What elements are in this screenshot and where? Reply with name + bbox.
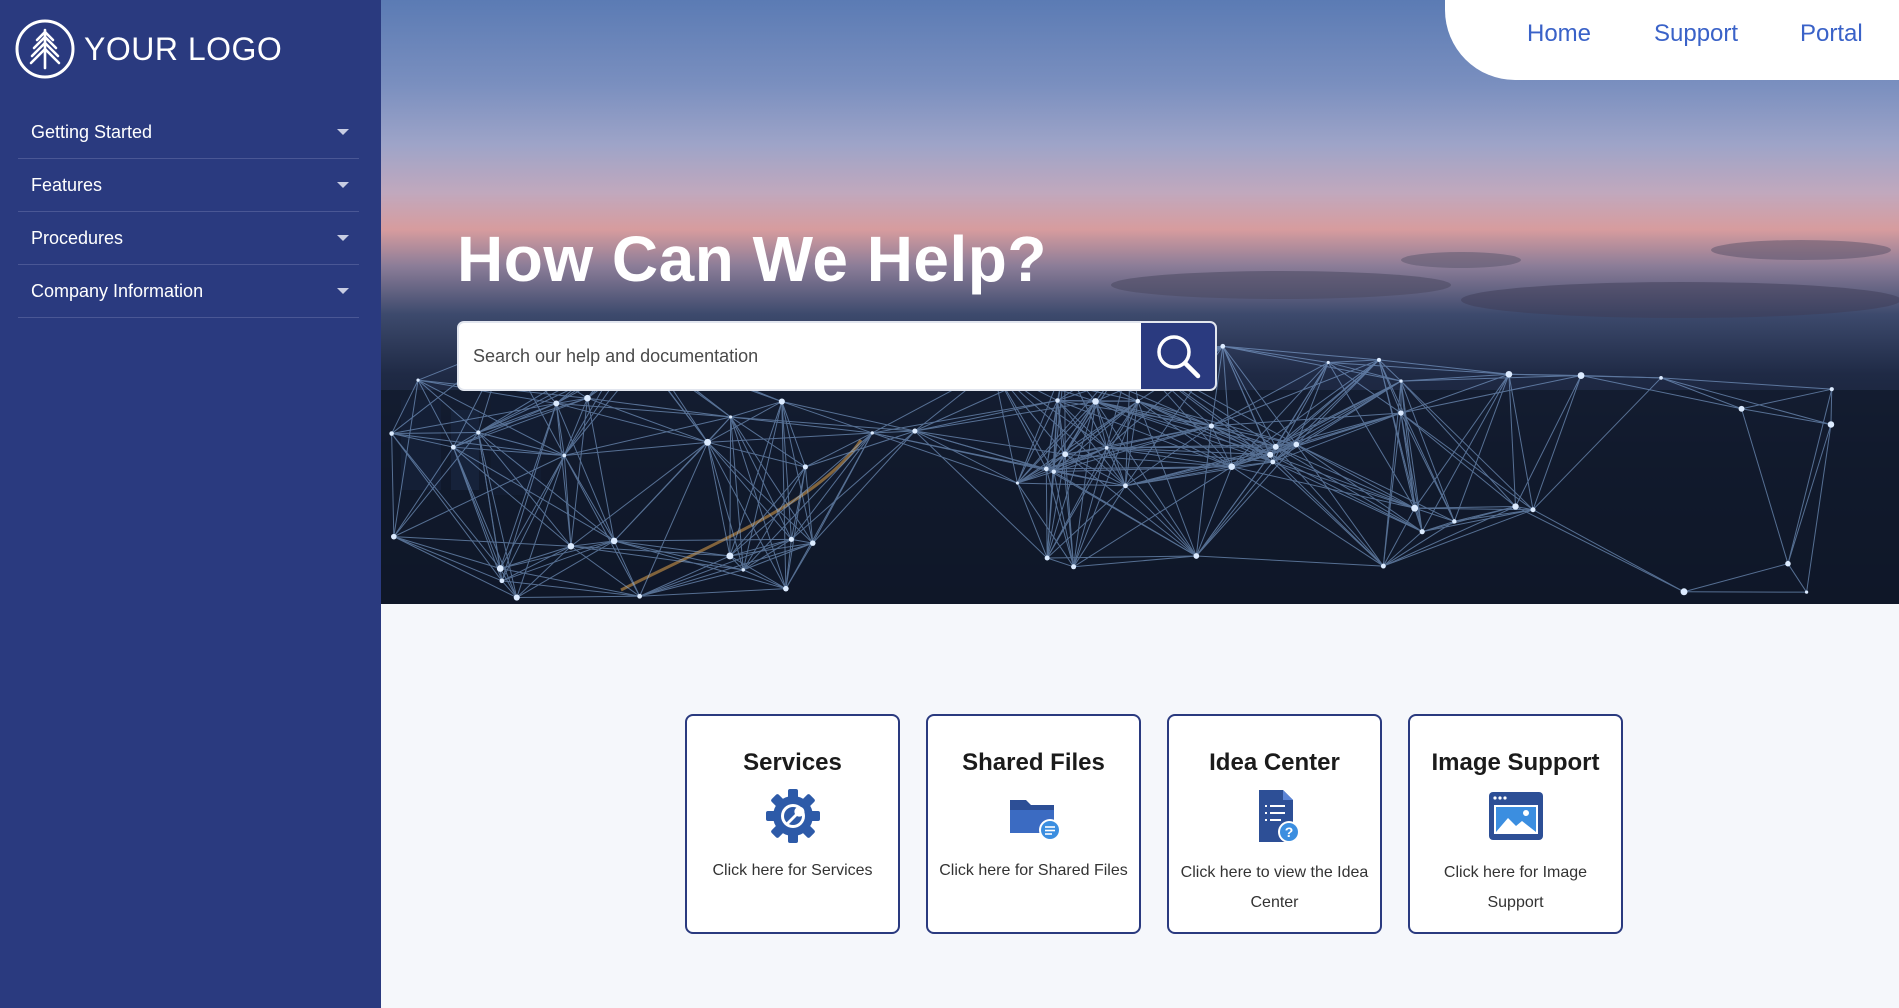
nav-link-support[interactable]: Support [1654, 20, 1738, 48]
svg-text:?: ? [1284, 824, 1293, 840]
card-image-support[interactable]: Image Support Click here for Image Suppo… [1408, 714, 1623, 934]
top-nav: Home Support Portal [1445, 0, 1899, 80]
search-icon [1157, 335, 1201, 379]
card-title: Services [743, 749, 842, 776]
sidebar-item-getting-started[interactable]: Getting Started [18, 106, 359, 159]
sidebar-item-procedures[interactable]: Procedures [18, 212, 359, 265]
document-question-icon: ? [1258, 790, 1300, 843]
image-window-icon [1488, 792, 1543, 840]
card-shared-files[interactable]: Shared Files Click here for Shared Files [926, 714, 1141, 934]
folder-icon [1009, 800, 1061, 841]
card-services[interactable]: Services Click here for Services [685, 714, 900, 934]
sidebar-item-label: Company Information [31, 280, 204, 301]
caret-down-icon [337, 182, 349, 188]
sidebar: YOUR LOGO Getting Started Features Proce… [0, 0, 381, 1008]
sidebar-nav: Getting Started Features Procedures Comp… [18, 106, 359, 318]
card-title: Idea Center [1209, 749, 1340, 776]
city-network-background [381, 240, 1899, 604]
nav-link-portal[interactable]: Portal [1800, 20, 1863, 48]
sidebar-item-label: Getting Started [31, 121, 153, 142]
logo-text: YOUR LOGO [84, 30, 283, 67]
sidebar-item-features[interactable]: Features [18, 159, 359, 212]
card-description: Click here for Image Support [1443, 864, 1588, 911]
card-description: Click here for Shared Files [939, 862, 1128, 879]
card-title: Image Support [1431, 749, 1600, 776]
card-description: Click here for Services [712, 862, 873, 879]
card-title: Shared Files [962, 749, 1105, 776]
sidebar-item-label: Features [31, 174, 103, 195]
caret-down-icon [337, 129, 349, 135]
card-idea-center[interactable]: Idea Center ? Click here to view the Ide… [1167, 714, 1382, 934]
tree-logo-icon [15, 19, 75, 79]
nav-link-home[interactable]: Home [1527, 20, 1591, 48]
hero-banner: How Can We Help? [381, 0, 1899, 604]
caret-down-icon [337, 235, 349, 241]
caret-down-icon [337, 288, 349, 294]
search-input[interactable] [459, 323, 1141, 389]
search-button[interactable] [1141, 323, 1215, 389]
logo[interactable]: YOUR LOGO [14, 18, 282, 80]
sidebar-item-label: Procedures [31, 227, 124, 248]
search-bar [457, 321, 1217, 391]
card-description: Click here to view the Idea Center [1180, 864, 1369, 911]
hero-title: How Can We Help? [457, 223, 1047, 295]
gear-wrench-icon [765, 789, 820, 843]
sidebar-item-company-information[interactable]: Company Information [18, 265, 359, 318]
